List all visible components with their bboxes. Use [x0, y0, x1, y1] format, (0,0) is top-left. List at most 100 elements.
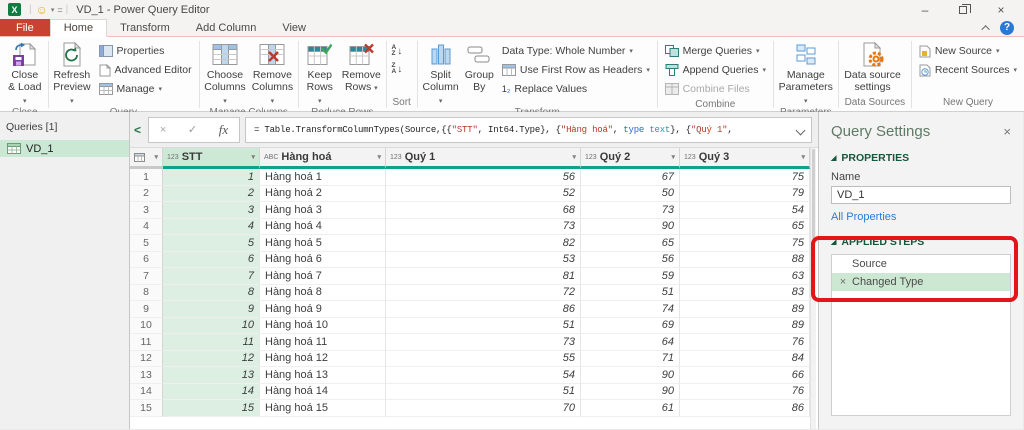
cell-quy-2[interactable]: 73	[581, 202, 680, 219]
cell-quy-1[interactable]: 52	[386, 185, 581, 202]
cell-quy-1[interactable]: 51	[386, 383, 581, 400]
row-number-cell[interactable]: 13	[130, 367, 163, 384]
cell-quy-3[interactable]: 89	[680, 301, 810, 318]
commit-formula-icon[interactable]: ✓	[188, 123, 197, 136]
select-all-header[interactable]: ▾	[130, 148, 163, 169]
cell-quy-1[interactable]: 81	[386, 268, 581, 285]
cell-quy-3[interactable]: 84	[680, 350, 810, 367]
minimize-button[interactable]: –	[906, 0, 944, 19]
cell-hang-hoa[interactable]: Hàng hoá 15	[260, 400, 386, 417]
tab-add-column[interactable]: Add Column	[183, 19, 270, 36]
cell-stt[interactable]: 6	[163, 251, 260, 268]
scrollbar-thumb[interactable]	[812, 149, 815, 239]
row-number-cell[interactable]: 12	[130, 350, 163, 367]
sort-ascending-button[interactable]: AZ ↓	[389, 43, 406, 59]
cell-stt[interactable]: 9	[163, 301, 260, 318]
send-a-smile-icon[interactable]: ☺	[36, 4, 48, 16]
cell-stt[interactable]: 7	[163, 268, 260, 285]
cell-quy-1[interactable]: 82	[386, 235, 581, 252]
cell-quy-2[interactable]: 90	[581, 218, 680, 235]
data-source-settings-button[interactable]: Data source settings	[841, 38, 905, 94]
sort-descending-button[interactable]: ZA ↓	[389, 61, 406, 77]
cell-hang-hoa[interactable]: Hàng hoá 5	[260, 235, 386, 252]
cell-stt[interactable]: 8	[163, 284, 260, 301]
cell-quy-3[interactable]: 76	[680, 383, 810, 400]
tab-home[interactable]: Home	[49, 19, 108, 37]
cell-hang-hoa[interactable]: Hàng hoá 10	[260, 317, 386, 334]
cell-quy-2[interactable]: 64	[581, 334, 680, 351]
remove-columns-button[interactable]: Remove Columns ▾	[249, 38, 296, 106]
cell-quy-2[interactable]: 90	[581, 367, 680, 384]
cell-stt[interactable]: 1	[163, 169, 260, 186]
quick-access-toolbar[interactable]: ☺ ▾ =	[36, 4, 63, 16]
advanced-editor-button[interactable]: Advanced Editor	[96, 61, 195, 79]
filter-icon[interactable]: ▾	[570, 153, 576, 161]
properties-button[interactable]: Properties	[96, 42, 195, 60]
cell-stt[interactable]: 3	[163, 202, 260, 219]
cell-stt[interactable]: 11	[163, 334, 260, 351]
row-number-cell[interactable]: 9	[130, 301, 163, 318]
cell-stt[interactable]: 4	[163, 218, 260, 235]
cell-hang-hoa[interactable]: Hàng hoá 3	[260, 202, 386, 219]
recent-sources-button[interactable]: Recent Sources ▾	[916, 61, 1020, 79]
column-header-hang-hoa[interactable]: ABC Hàng hoá ▾	[260, 148, 386, 169]
new-source-button[interactable]: New Source ▾	[916, 42, 1020, 60]
row-number-cell[interactable]: 10	[130, 317, 163, 334]
cell-stt[interactable]: 2	[163, 185, 260, 202]
collapse-ribbon-icon[interactable]	[981, 24, 990, 34]
cell-quy-2[interactable]: 56	[581, 251, 680, 268]
cell-quy-1[interactable]: 68	[386, 202, 581, 219]
cell-hang-hoa[interactable]: Hàng hoá 13	[260, 367, 386, 384]
cell-quy-3[interactable]: 79	[680, 185, 810, 202]
cell-quy-1[interactable]: 70	[386, 400, 581, 417]
help-icon[interactable]: ?	[1000, 20, 1014, 35]
fx-icon[interactable]: fx	[219, 122, 228, 138]
properties-section-header[interactable]: ◢ PROPERTIES	[819, 149, 1023, 167]
column-header-quy-2[interactable]: 123 Quý 2 ▾	[581, 148, 680, 169]
applied-step-changed-type[interactable]: × Changed Type	[832, 273, 1010, 291]
cell-quy-3[interactable]: 89	[680, 317, 810, 334]
cell-quy-1[interactable]: 53	[386, 251, 581, 268]
column-header-stt[interactable]: 123 STT ▾	[163, 148, 260, 169]
row-number-cell[interactable]: 8	[130, 284, 163, 301]
remove-rows-button[interactable]: Remove Rows ▾	[339, 38, 384, 94]
filter-icon[interactable]: ▾	[669, 153, 675, 161]
cell-quy-2[interactable]: 67	[581, 169, 680, 186]
expand-formula-icon[interactable]	[795, 125, 806, 135]
row-number-cell[interactable]: 1	[130, 169, 163, 186]
refresh-preview-button[interactable]: Refresh Preview ▾	[50, 38, 93, 106]
tab-file[interactable]: File	[0, 19, 50, 36]
row-number-cell[interactable]: 14	[130, 383, 163, 400]
query-item-vd1[interactable]: VD_1	[0, 140, 129, 157]
row-number-cell[interactable]: 3	[130, 202, 163, 219]
choose-columns-button[interactable]: Choose Columns ▾	[201, 38, 248, 106]
cell-quy-2[interactable]: 65	[581, 235, 680, 252]
cell-quy-2[interactable]: 50	[581, 185, 680, 202]
row-number-cell[interactable]: 11	[130, 334, 163, 351]
cell-quy-3[interactable]: 83	[680, 284, 810, 301]
cell-hang-hoa[interactable]: Hàng hoá 6	[260, 251, 386, 268]
replace-values-button[interactable]: 1₂ Replace Values	[499, 80, 653, 98]
row-number-cell[interactable]: 4	[130, 218, 163, 235]
row-number-cell[interactable]: 7	[130, 268, 163, 285]
cell-stt[interactable]: 5	[163, 235, 260, 252]
chevron-down-icon[interactable]: ▾	[51, 6, 55, 14]
merge-queries-button[interactable]: Merge Queries ▾	[662, 42, 769, 60]
collapse-queries-pane-icon[interactable]: <	[132, 123, 143, 137]
cell-quy-2[interactable]: 74	[581, 301, 680, 318]
cell-quy-1[interactable]: 56	[386, 169, 581, 186]
cell-quy-1[interactable]: 54	[386, 367, 581, 384]
use-first-row-as-headers-button[interactable]: Use First Row as Headers ▾	[499, 61, 653, 79]
row-number-cell[interactable]: 2	[130, 185, 163, 202]
cell-hang-hoa[interactable]: Hàng hoá 11	[260, 334, 386, 351]
keep-rows-button[interactable]: Keep Rows ▾	[301, 38, 339, 106]
cell-quy-1[interactable]: 73	[386, 218, 581, 235]
cell-quy-2[interactable]: 69	[581, 317, 680, 334]
cell-quy-3[interactable]: 54	[680, 202, 810, 219]
cell-quy-3[interactable]: 65	[680, 218, 810, 235]
cell-hang-hoa[interactable]: Hàng hoá 2	[260, 185, 386, 202]
append-queries-button[interactable]: Append Queries ▾	[662, 61, 769, 79]
applied-steps-section-header[interactable]: ◢ APPLIED STEPS	[819, 233, 1023, 251]
row-number-cell[interactable]: 5	[130, 235, 163, 252]
delete-step-icon[interactable]: ×	[837, 276, 849, 288]
